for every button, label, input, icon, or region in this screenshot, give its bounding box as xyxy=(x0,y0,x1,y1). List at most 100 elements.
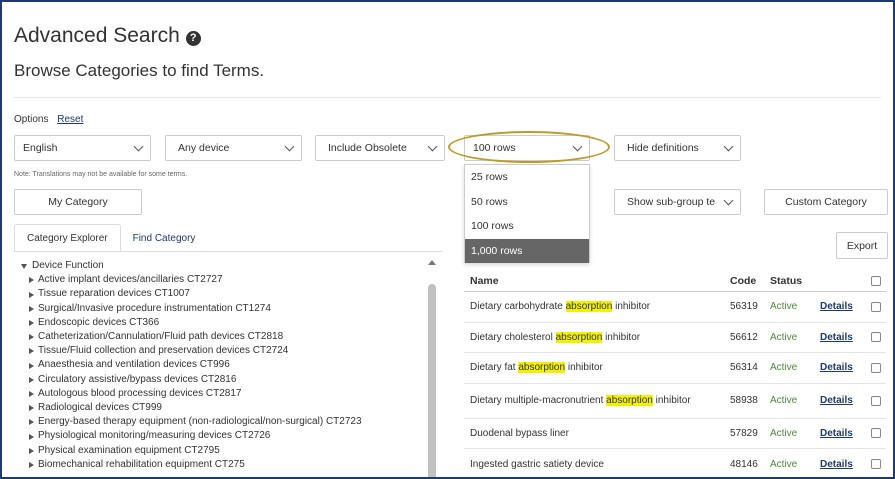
page-subtitle: Browse Categories to find Terms. xyxy=(14,61,265,80)
table-row: Dietary carbohydrate absorption inhibito… xyxy=(464,292,886,323)
row-checkbox[interactable] xyxy=(871,301,881,312)
tree-node[interactable]: Biomechanical rehabilitation equipment C… xyxy=(21,458,362,472)
term-status: Active xyxy=(770,331,798,343)
tree-node[interactable]: Radiological devices CT999 xyxy=(21,401,362,415)
definitions-select[interactable]: Hide definitions xyxy=(614,135,741,161)
device-select[interactable]: Any device xyxy=(165,135,302,161)
term-status: Active xyxy=(770,362,798,374)
term-text: inhibitor xyxy=(602,331,641,343)
tree-node[interactable]: Energy-based therapy equipment (non-radi… xyxy=(21,415,362,429)
language-select[interactable]: English xyxy=(14,135,151,161)
tree-node[interactable]: Circulatory assistive/bypass devices CT2… xyxy=(21,373,362,387)
chevron-down-icon xyxy=(572,141,583,151)
help-icon[interactable]: ? xyxy=(185,30,201,46)
page-title: Advanced Search ? xyxy=(14,24,201,48)
tree-node[interactable]: Active implant devices/ancillaries CT272… xyxy=(21,273,362,287)
term-name[interactable]: Dietary cholesterol absorption inhibitor xyxy=(464,331,730,343)
details-link[interactable]: Details xyxy=(820,362,853,373)
tab-find-category[interactable]: Find Category xyxy=(121,224,208,252)
tree-node[interactable]: Endoscopic devices CT366 xyxy=(21,316,362,330)
options-bar: Options Reset xyxy=(14,114,83,125)
chevron-down-icon xyxy=(723,195,734,205)
term-code: 48146 xyxy=(730,458,758,470)
rows-select[interactable]: 100 rows xyxy=(464,135,590,161)
details-link[interactable]: Details xyxy=(820,395,853,406)
table-row: Dietary multiple-macronutrient absorptio… xyxy=(464,384,886,419)
collapsed-caret-icon[interactable] xyxy=(29,319,34,326)
tree-node[interactable]: Surgical/Invasive procedure instrumentat… xyxy=(21,302,362,316)
my-category-button[interactable]: My Category xyxy=(14,189,142,215)
tree-node-label: Biomechanical rehabilitation equipment C… xyxy=(38,458,245,470)
collapsed-caret-icon[interactable] xyxy=(29,433,34,440)
row-checkbox[interactable] xyxy=(871,332,881,343)
term-name[interactable]: Duodenal bypass liner xyxy=(464,428,730,439)
tree-node[interactable]: Catheterization/Cannulation/Fluid path d… xyxy=(21,330,362,344)
rows-option-100[interactable]: 100 rows xyxy=(465,214,589,239)
details-link[interactable]: Details xyxy=(820,301,853,312)
tree-node[interactable]: Tissue/Fluid collection and preservation… xyxy=(21,344,362,358)
row-checkbox[interactable] xyxy=(871,428,881,439)
term-name[interactable]: Dietary carbohydrate absorption inhibito… xyxy=(464,301,730,313)
rows-option-50[interactable]: 50 rows xyxy=(465,190,589,215)
custom-category-button[interactable]: Custom Category xyxy=(764,189,888,215)
term-text: inhibitor xyxy=(565,362,603,374)
tree-node-label: Catheterization/Cannulation/Fluid path d… xyxy=(38,331,284,343)
column-header-name[interactable]: Name xyxy=(464,275,730,287)
select-all-checkbox[interactable] xyxy=(871,275,881,286)
collapsed-caret-icon[interactable] xyxy=(29,291,34,298)
collapsed-caret-icon[interactable] xyxy=(29,390,34,397)
details-link[interactable]: Details xyxy=(820,459,853,470)
collapsed-caret-icon[interactable] xyxy=(29,277,34,284)
collapsed-caret-icon[interactable] xyxy=(29,405,34,412)
term-name[interactable]: Dietary multiple-macronutrient absorptio… xyxy=(464,395,730,406)
reset-link[interactable]: Reset xyxy=(57,114,83,125)
language-select-value: English xyxy=(23,142,58,154)
details-link[interactable]: Details xyxy=(820,428,853,439)
collapsed-caret-icon[interactable] xyxy=(29,376,34,383)
chevron-down-icon xyxy=(284,141,295,151)
scroll-up-arrow-icon[interactable] xyxy=(428,260,436,265)
row-checkbox[interactable] xyxy=(871,362,881,373)
device-select-value: Any device xyxy=(178,142,230,154)
rows-option-1000[interactable]: 1,000 rows xyxy=(465,238,589,263)
collapsed-caret-icon[interactable] xyxy=(29,334,34,341)
collapsed-caret-icon[interactable] xyxy=(29,305,34,312)
search-match-highlight: absorption xyxy=(606,395,653,406)
tree-node[interactable]: Physiological monitoring/measuring devic… xyxy=(21,429,362,443)
column-header-code[interactable]: Code xyxy=(730,275,766,287)
tree-node-label: Device Function xyxy=(32,260,104,271)
collapsed-caret-icon[interactable] xyxy=(29,419,34,426)
expanded-caret-icon[interactable] xyxy=(21,263,27,269)
tree-node[interactable]: Physical examination equipment CT2795 xyxy=(21,444,362,458)
collapsed-caret-icon[interactable] xyxy=(29,461,34,468)
tree-node[interactable]: Anaesthesia and ventilation devices CT99… xyxy=(21,358,362,372)
term-name[interactable]: Ingested gastric satiety device xyxy=(464,459,730,470)
rows-option-25[interactable]: 25 rows xyxy=(465,165,589,190)
tree-node[interactable]: Autologous blood processing devices CT28… xyxy=(21,387,362,401)
tree-node-label: Tissue/Fluid collection and preservation… xyxy=(38,345,289,357)
tree-scrollbar[interactable] xyxy=(426,258,438,477)
search-match-highlight: absorption xyxy=(555,331,603,343)
collapsed-caret-icon[interactable] xyxy=(29,348,34,355)
column-header-status[interactable]: Status xyxy=(766,275,820,287)
term-name[interactable]: Dietary fat absorption inhibitor xyxy=(464,362,730,374)
details-link[interactable]: Details xyxy=(820,332,853,343)
definitions-select-value: Hide definitions xyxy=(627,142,699,154)
search-match-highlight: absorption xyxy=(565,301,613,313)
table-row: Dietary fat absorption inhibitor 56314 A… xyxy=(464,353,886,384)
tree-node[interactable]: Tissue reparation devices CT1007 xyxy=(21,287,362,301)
collapsed-caret-icon[interactable] xyxy=(29,447,34,454)
options-label: Options xyxy=(14,114,49,125)
scrollbar-thumb[interactable] xyxy=(428,284,436,477)
tree-node-root[interactable]: Device Function xyxy=(21,259,362,273)
tab-category-explorer[interactable]: Category Explorer xyxy=(14,224,121,252)
term-text: inhibitor xyxy=(652,395,691,406)
obsolete-select[interactable]: Include Obsolete xyxy=(315,135,445,161)
subgroup-select[interactable]: Show sub-group te xyxy=(614,189,741,215)
term-code: 56319 xyxy=(730,301,758,313)
row-checkbox[interactable] xyxy=(871,395,881,406)
collapsed-caret-icon[interactable] xyxy=(29,362,34,369)
export-button[interactable]: Export xyxy=(836,232,888,259)
row-checkbox[interactable] xyxy=(871,459,881,470)
tree-node-label: Physiological monitoring/measuring devic… xyxy=(38,430,271,442)
